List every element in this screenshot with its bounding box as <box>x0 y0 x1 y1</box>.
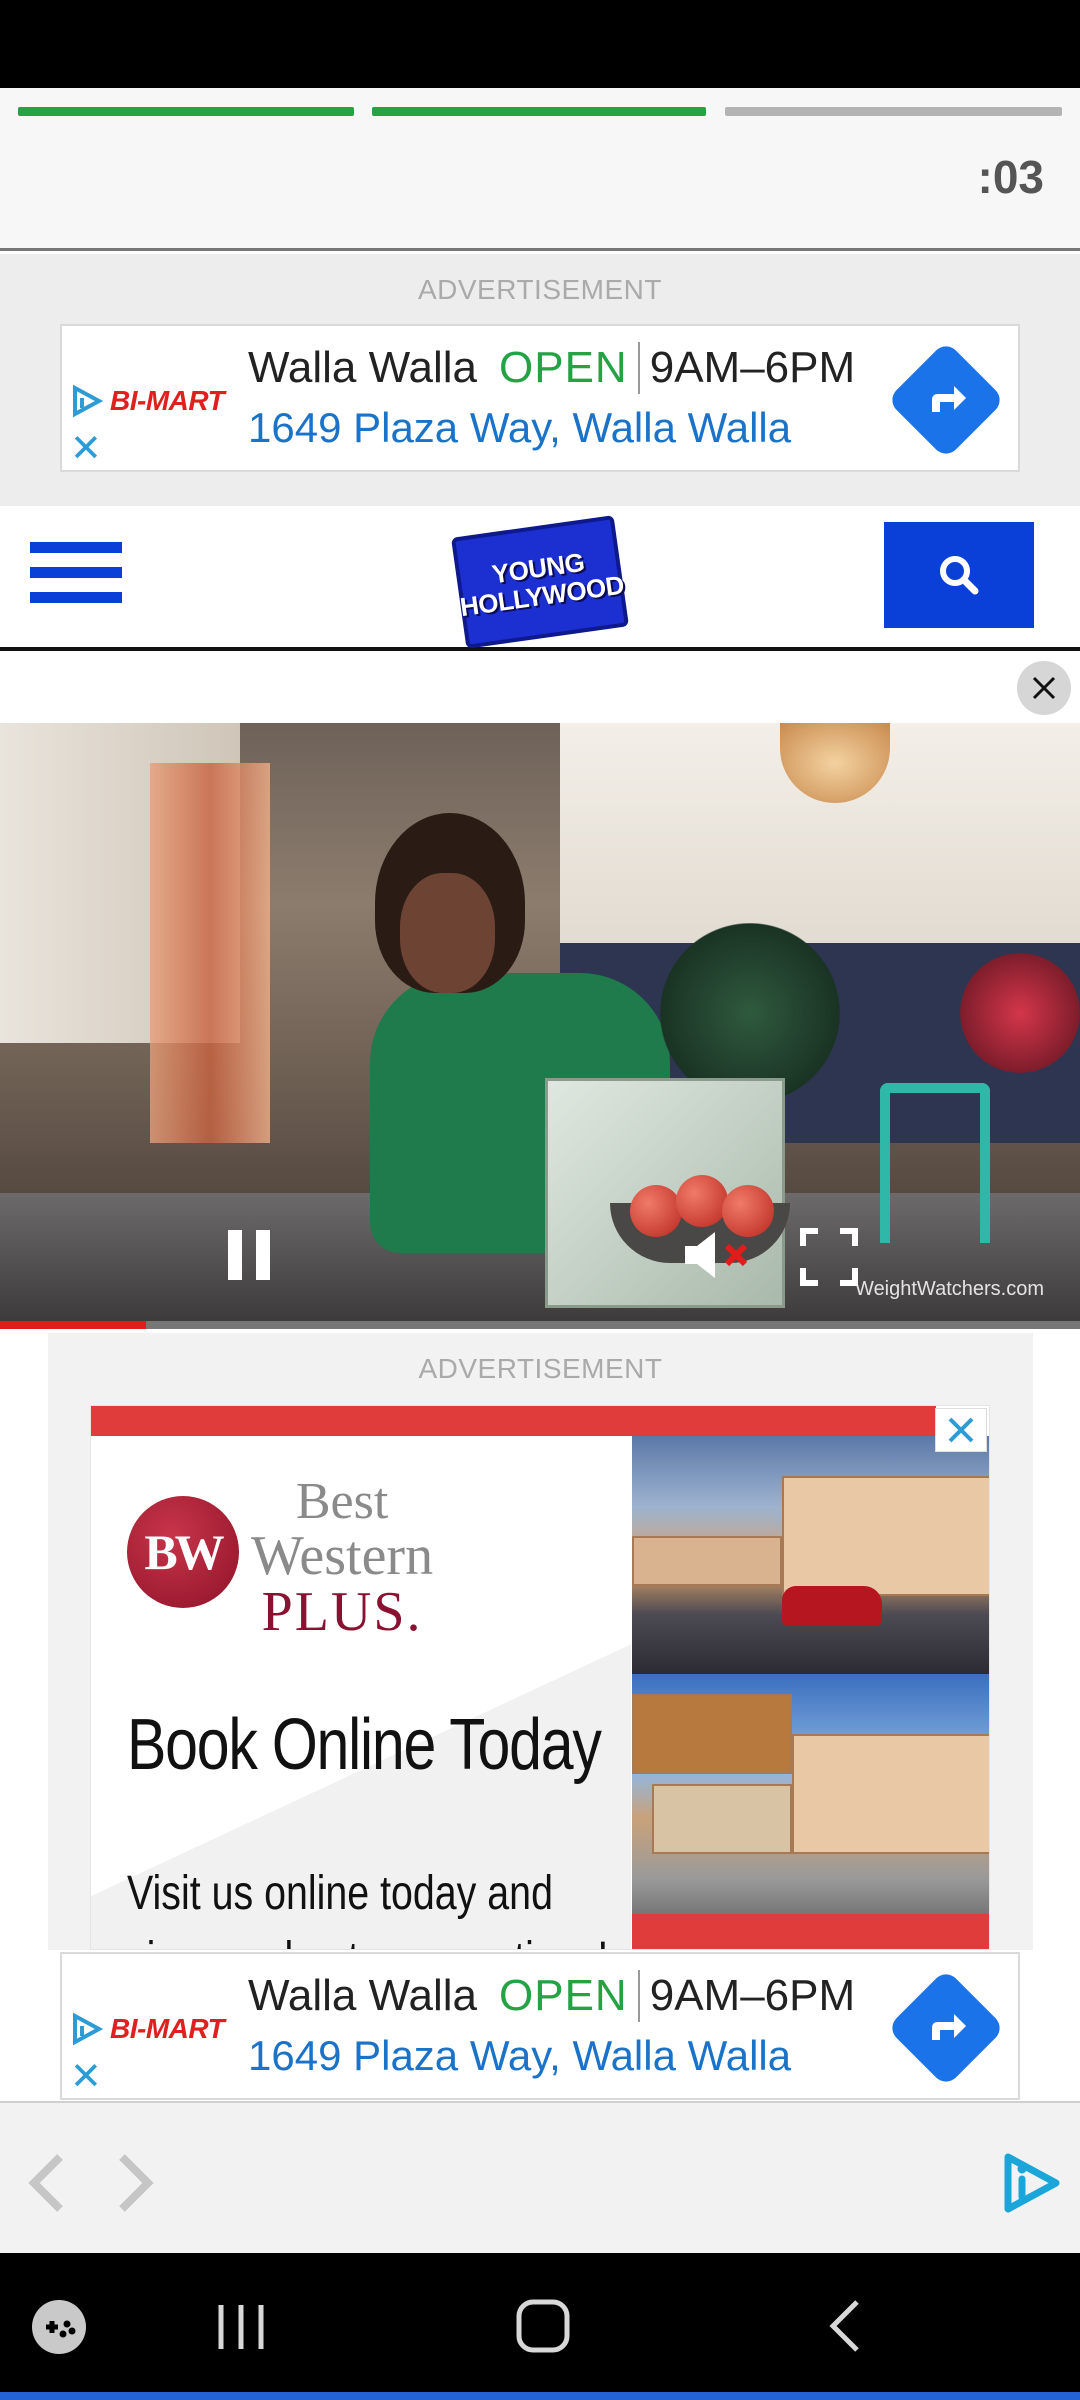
previous-button[interactable] <box>24 2151 68 2220</box>
ad-label: ADVERTISEMENT <box>418 1353 663 1384</box>
site-header: YOUNG HOLLYWOOD <box>0 506 1080 651</box>
search-button[interactable] <box>884 522 1034 628</box>
ad-bottom-bar <box>632 1914 989 1949</box>
ad-text-panel: BW Best Western PLUS. Book Online Today … <box>91 1436 631 1949</box>
story-navigation-bar <box>0 2101 1080 2253</box>
bimart-address: 1649 Plaza Way, Walla Walla <box>248 2032 792 2079</box>
bimart-ad-banner-bottom[interactable]: BI-MART ✕ Walla Walla OPEN 9AM–6PM 1649 … <box>60 1952 1020 2100</box>
video-scene-curtain <box>150 763 270 1143</box>
bimart-city: Walla Walla <box>248 343 478 392</box>
story-progress-segment-1 <box>18 107 354 116</box>
divider <box>637 1970 640 2022</box>
ad-top-bar <box>91 1406 936 1436</box>
status-bar <box>0 0 1080 88</box>
chevron-left-icon <box>28 2154 63 2212</box>
bimart-headline: Walla Walla OPEN 9AM–6PM <box>248 1970 855 2022</box>
video-scene-apple <box>630 1185 682 1237</box>
bimart-open-status: OPEN <box>499 343 628 392</box>
mute-button[interactable] <box>683 1228 755 1287</box>
adchoices-button[interactable] <box>1000 2151 1064 2220</box>
fullscreen-icon <box>800 1228 858 1286</box>
home-icon <box>516 2299 570 2353</box>
bimart-ad-banner[interactable]: BI-MART ✕ Walla Walla OPEN 9AM–6PM 1649 … <box>60 324 1020 472</box>
ad-headline: Book Online Today <box>127 1705 602 1785</box>
system-navigation-bar <box>0 2253 1080 2400</box>
ad-close-button[interactable] <box>935 1408 987 1452</box>
video-player[interactable]: WeightWatchers.com <box>0 723 1080 1323</box>
nav-accent-line <box>0 2392 1080 2400</box>
bimart-headline: Walla Walla OPEN 9AM–6PM <box>248 342 855 394</box>
video-watermark: WeightWatchers.com <box>855 1278 1044 1300</box>
close-video-button[interactable] <box>1017 661 1071 715</box>
directions-arrow-icon <box>932 2014 966 2040</box>
search-icon <box>940 556 979 595</box>
directions-arrow-icon <box>932 386 966 412</box>
directions-button[interactable] <box>886 340 1006 460</box>
video-scene-chair <box>880 1083 990 1243</box>
directions-button[interactable] <box>886 1968 1006 2088</box>
close-icon <box>1032 676 1056 700</box>
menu-hamburger-icon[interactable] <box>30 542 122 614</box>
ad-close-icon[interactable]: ✕ <box>70 2058 102 2096</box>
video-scene-face <box>400 873 495 993</box>
hotel-photo-entrance <box>632 1674 989 1914</box>
adchoices-icon <box>73 384 104 418</box>
bimart-open-status: OPEN <box>499 1971 628 2020</box>
video-scene-flowers <box>960 953 1080 1073</box>
chevron-right-icon <box>119 2154 154 2212</box>
bimart-city: Walla Walla <box>248 1971 478 2020</box>
bimart-hours: 9AM–6PM <box>649 1971 856 2020</box>
recent-apps-icon <box>218 2305 264 2349</box>
video-progress-fill <box>0 1321 146 1329</box>
best-western-wordmark: Best Western PLUS. <box>251 1473 434 1643</box>
game-launcher-button[interactable] <box>30 2298 88 2361</box>
home-button[interactable] <box>515 2298 571 2359</box>
hotel-photo-exterior <box>632 1436 989 1674</box>
next-button[interactable] <box>114 2151 158 2220</box>
back-button[interactable] <box>825 2298 865 2359</box>
story-progress-header: :03 <box>0 88 1080 251</box>
bimart-hours: 9AM–6PM <box>649 343 856 392</box>
video-scene-apple <box>676 1175 728 1227</box>
divider <box>637 342 640 394</box>
pause-icon <box>228 1230 270 1280</box>
story-progress-segment-2 <box>372 107 706 116</box>
ad-close-icon[interactable]: ✕ <box>70 430 102 468</box>
pause-button[interactable] <box>226 1228 274 1287</box>
ad-body-text: Visit us online today and view our best … <box>127 1867 608 1949</box>
bimart-logo: BI-MART <box>70 2012 225 2046</box>
video-progress-bar[interactable] <box>0 1321 1080 1329</box>
top-ad-container: ADVERTISEMENT BI-MART ✕ Walla Walla OPEN… <box>0 254 1080 506</box>
video-scene-plant <box>660 923 840 1103</box>
fullscreen-button[interactable] <box>800 1228 858 1291</box>
best-western-logo: BW <box>127 1496 239 1608</box>
story-timer: :03 <box>977 151 1044 203</box>
adchoices-icon <box>73 2012 104 2046</box>
bimart-address: 1649 Plaza Way, Walla Walla <box>248 404 792 451</box>
back-icon <box>829 2300 859 2352</box>
adchoices-icon <box>1004 2153 1060 2213</box>
bimart-logo: BI-MART <box>70 384 225 418</box>
story-progress-segment-3 <box>725 107 1062 116</box>
recent-apps-button[interactable] <box>215 2301 267 2358</box>
best-western-ad[interactable]: BW Best Western PLUS. Book Online Today … <box>90 1405 990 1950</box>
muted-speaker-icon <box>685 1232 748 1278</box>
young-hollywood-logo[interactable]: YOUNG HOLLYWOOD <box>451 515 629 649</box>
game-controller-icon <box>32 2300 86 2354</box>
close-icon <box>948 1417 974 1443</box>
ad-label: ADVERTISEMENT <box>417 274 663 305</box>
